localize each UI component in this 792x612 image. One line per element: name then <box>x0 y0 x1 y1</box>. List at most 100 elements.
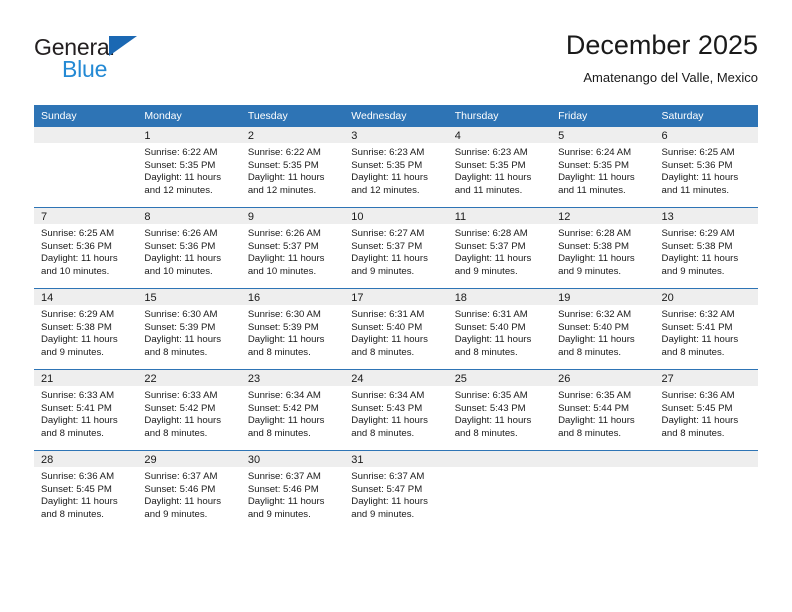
day-details: Sunrise: 6:28 AM Sunset: 5:38 PM Daylight:… <box>551 224 654 278</box>
calendar-day-cell[interactable]: 20 Sunrise: 6:32 AM Sunset: 5:41 PM Dayligh… <box>654 288 758 370</box>
calendar-day-cell[interactable]: 29 Sunrise: 6:37 AM Sunset: 5:46 PM Dayligh… <box>137 450 241 531</box>
calendar-day-cell[interactable]: 1 Sunrise: 6:22 AM Sunset: 5:35 PM Daylight… <box>137 127 241 208</box>
calendar-day-cell[interactable]: 23 Sunrise: 6:34 AM Sunset: 5:42 PM Dayligh… <box>240 369 345 451</box>
sunrise-text: Sunrise: 6:30 AM <box>144 309 218 320</box>
calendar-week-row: 21 Sunrise: 6:33 AM Sunset: 5:41 PM Dayligh… <box>34 369 758 451</box>
day-details: Sunrise: 6:26 AM Sunset: 5:36 PM Daylight:… <box>137 224 240 278</box>
day-details: Sunrise: 6:36 AM Sunset: 5:45 PM Daylight:… <box>34 467 137 521</box>
calendar-day-cell[interactable]: 11 Sunrise: 6:28 AM Sunset: 5:37 PM Dayligh… <box>447 207 552 289</box>
title-block: December 2025 Amatenango del Valle, Mexi… <box>566 28 758 88</box>
sunset-text: Sunset: 5:47 PM <box>351 483 423 495</box>
day-details: Sunrise: 6:25 AM Sunset: 5:36 PM Daylight:… <box>34 224 137 278</box>
day-details: Sunrise: 6:26 AM Sunset: 5:37 PM Daylight:… <box>241 224 344 278</box>
day-details: Sunrise: 6:28 AM Sunset: 5:37 PM Daylight:… <box>448 224 551 278</box>
day-details: Sunrise: 6:35 AM Sunset: 5:43 PM Daylight:… <box>448 386 551 440</box>
calendar-day-cell[interactable]: 3 Sunrise: 6:23 AM Sunset: 5:35 PM Daylight… <box>344 127 448 208</box>
sunset-text: Sunset: 5:39 PM <box>144 321 216 333</box>
calendar-week-row: 28 Sunrise: 6:36 AM Sunset: 5:45 PM Dayligh… <box>34 450 758 531</box>
day-number: 18 <box>447 289 552 305</box>
day-details: Sunrise: 6:29 AM Sunset: 5:38 PM Daylight:… <box>655 224 758 278</box>
day-details: Sunrise: 6:25 AM Sunset: 5:36 PM Daylight:… <box>655 143 758 197</box>
daylight-text: Daylight: 11 hours <box>661 172 739 184</box>
calendar-day-cell[interactable]: 7 Sunrise: 6:25 AM Sunset: 5:36 PM Daylight… <box>34 207 138 289</box>
daylight-text: Daylight: 11 hours <box>661 415 739 427</box>
calendar-day-cell[interactable]: 14 Sunrise: 6:29 AM Sunset: 5:38 PM Dayligh… <box>34 288 138 370</box>
sunset-text: Sunset: 5:35 PM <box>144 159 216 171</box>
day-details: Sunrise: 6:31 AM Sunset: 5:40 PM Daylight:… <box>448 305 551 359</box>
daylight-text-cont: and 8 minutes. <box>454 346 518 358</box>
day-details: Sunrise: 6:27 AM Sunset: 5:37 PM Daylight:… <box>344 224 447 278</box>
daylight-text-cont: and 8 minutes. <box>247 346 311 358</box>
day-number: 31 <box>344 451 448 467</box>
sunset-text: Sunset: 5:38 PM <box>661 240 733 252</box>
sunset-text: Sunset: 5:37 PM <box>247 240 319 252</box>
day-number: 6 <box>654 127 758 143</box>
calendar-week-row: 1 Sunrise: 6:22 AM Sunset: 5:35 PM Daylight… <box>34 127 758 208</box>
calendar-day-cell[interactable]: 8 Sunrise: 6:26 AM Sunset: 5:36 PM Daylight… <box>137 207 241 289</box>
daylight-text-cont: and 10 minutes. <box>144 265 213 277</box>
sunset-text: Sunset: 5:38 PM <box>558 240 630 252</box>
calendar-day-cell[interactable]: 18 Sunrise: 6:31 AM Sunset: 5:40 PM Dayligh… <box>447 288 552 370</box>
calendar-day-cell[interactable]: 13 Sunrise: 6:29 AM Sunset: 5:38 PM Dayligh… <box>654 207 758 289</box>
daylight-text: Daylight: 11 hours <box>454 172 532 184</box>
weekday-header-saturday: Saturday <box>654 105 758 127</box>
weekday-header-monday: Monday <box>137 105 241 127</box>
day-details: Sunrise: 6:23 AM Sunset: 5:35 PM Daylight:… <box>344 143 447 197</box>
calendar-page: General Blue December 2025 Amatenango de… <box>0 0 792 612</box>
daylight-text: Daylight: 11 hours <box>144 415 222 427</box>
weekday-header-sunday: Sunday <box>34 105 138 127</box>
day-details: Sunrise: 6:22 AM Sunset: 5:35 PM Daylight:… <box>137 143 240 197</box>
calendar-day-cell[interactable]: 6 Sunrise: 6:25 AM Sunset: 5:36 PM Daylight… <box>654 127 758 208</box>
calendar-day-cell[interactable]: 24 Sunrise: 6:34 AM Sunset: 5:43 PM Dayligh… <box>344 369 448 451</box>
calendar-day-cell[interactable]: 19 Sunrise: 6:32 AM Sunset: 5:40 PM Dayligh… <box>551 288 655 370</box>
daylight-text-cont: and 11 minutes. <box>661 184 730 196</box>
calendar-day-cell[interactable]: 21 Sunrise: 6:33 AM Sunset: 5:41 PM Dayligh… <box>34 369 138 451</box>
weekday-header-wednesday: Wednesday <box>344 105 448 127</box>
day-details: Sunrise: 6:34 AM Sunset: 5:42 PM Daylight:… <box>241 386 344 440</box>
daylight-text: Daylight: 11 hours <box>661 334 739 346</box>
calendar-day-cell[interactable]: 2 Sunrise: 6:22 AM Sunset: 5:35 PM Daylight… <box>240 127 345 208</box>
calendar-day-cell[interactable]: 26 Sunrise: 6:35 AM Sunset: 5:44 PM Dayligh… <box>551 369 655 451</box>
calendar-day-cell[interactable]: 10 Sunrise: 6:27 AM Sunset: 5:37 PM Dayligh… <box>344 207 448 289</box>
daylight-text-cont: and 9 minutes. <box>661 265 725 277</box>
day-number: 2 <box>240 127 345 143</box>
daylight-text-cont: and 9 minutes. <box>558 265 622 277</box>
calendar-day-cell[interactable]: 5 Sunrise: 6:24 AM Sunset: 5:35 PM Daylight… <box>551 127 655 208</box>
sunset-text: Sunset: 5:46 PM <box>247 483 319 495</box>
calendar-day-cell[interactable]: 12 Sunrise: 6:28 AM Sunset: 5:38 PM Dayligh… <box>551 207 655 289</box>
calendar-day-cell[interactable]: 15 Sunrise: 6:30 AM Sunset: 5:39 PM Dayligh… <box>137 288 241 370</box>
calendar-day-cell[interactable]: 25 Sunrise: 6:35 AM Sunset: 5:43 PM Dayligh… <box>447 369 552 451</box>
daylight-text-cont: and 9 minutes. <box>351 265 415 277</box>
calendar-day-cell-empty <box>551 450 655 531</box>
calendar-day-cell[interactable]: 16 Sunrise: 6:30 AM Sunset: 5:39 PM Dayligh… <box>240 288 345 370</box>
sunrise-text: Sunrise: 6:37 AM <box>247 471 321 482</box>
calendar-day-cell[interactable]: 4 Sunrise: 6:23 AM Sunset: 5:35 PM Daylight… <box>447 127 552 208</box>
calendar-day-cell[interactable]: 30 Sunrise: 6:37 AM Sunset: 5:46 PM Dayligh… <box>240 450 345 531</box>
calendar-day-cell[interactable]: 9 Sunrise: 6:26 AM Sunset: 5:37 PM Daylight… <box>240 207 345 289</box>
calendar-day-cell[interactable]: 27 Sunrise: 6:36 AM Sunset: 5:45 PM Dayligh… <box>654 369 758 451</box>
calendar-day-cell[interactable]: 17 Sunrise: 6:31 AM Sunset: 5:40 PM Dayligh… <box>344 288 448 370</box>
daylight-text: Daylight: 11 hours <box>247 334 325 346</box>
sunrise-text: Sunrise: 6:27 AM <box>351 228 425 239</box>
sunset-text: Sunset: 5:42 PM <box>144 402 216 414</box>
daylight-text: Daylight: 11 hours <box>661 253 739 265</box>
sunrise-text: Sunrise: 6:24 AM <box>558 147 632 158</box>
sunset-text: Sunset: 5:44 PM <box>558 402 630 414</box>
calendar-day-cell-empty <box>447 450 552 531</box>
daylight-text: Daylight: 11 hours <box>41 496 118 508</box>
day-details: Sunrise: 6:33 AM Sunset: 5:41 PM Daylight:… <box>34 386 137 440</box>
calendar-day-cell[interactable]: 28 Sunrise: 6:36 AM Sunset: 5:45 PM Dayligh… <box>34 450 138 531</box>
daylight-text: Daylight: 11 hours <box>41 334 118 346</box>
calendar-day-cell[interactable]: 31 Sunrise: 6:37 AM Sunset: 5:47 PM Dayligh… <box>344 450 448 531</box>
daylight-text-cont: and 8 minutes. <box>247 427 311 439</box>
sunset-text: Sunset: 5:40 PM <box>454 321 526 333</box>
day-number: 5 <box>551 127 655 143</box>
calendar-body: 1 Sunrise: 6:22 AM Sunset: 5:35 PM Daylight… <box>34 127 758 531</box>
daylight-text-cont: and 8 minutes. <box>558 427 622 439</box>
sunset-text: Sunset: 5:43 PM <box>454 402 526 414</box>
daylight-text: Daylight: 11 hours <box>144 496 222 508</box>
day-number: 12 <box>551 208 655 224</box>
daylight-text-cont: and 8 minutes. <box>351 427 415 439</box>
day-number <box>654 451 758 467</box>
calendar-day-cell[interactable]: 22 Sunrise: 6:33 AM Sunset: 5:42 PM Dayligh… <box>137 369 241 451</box>
